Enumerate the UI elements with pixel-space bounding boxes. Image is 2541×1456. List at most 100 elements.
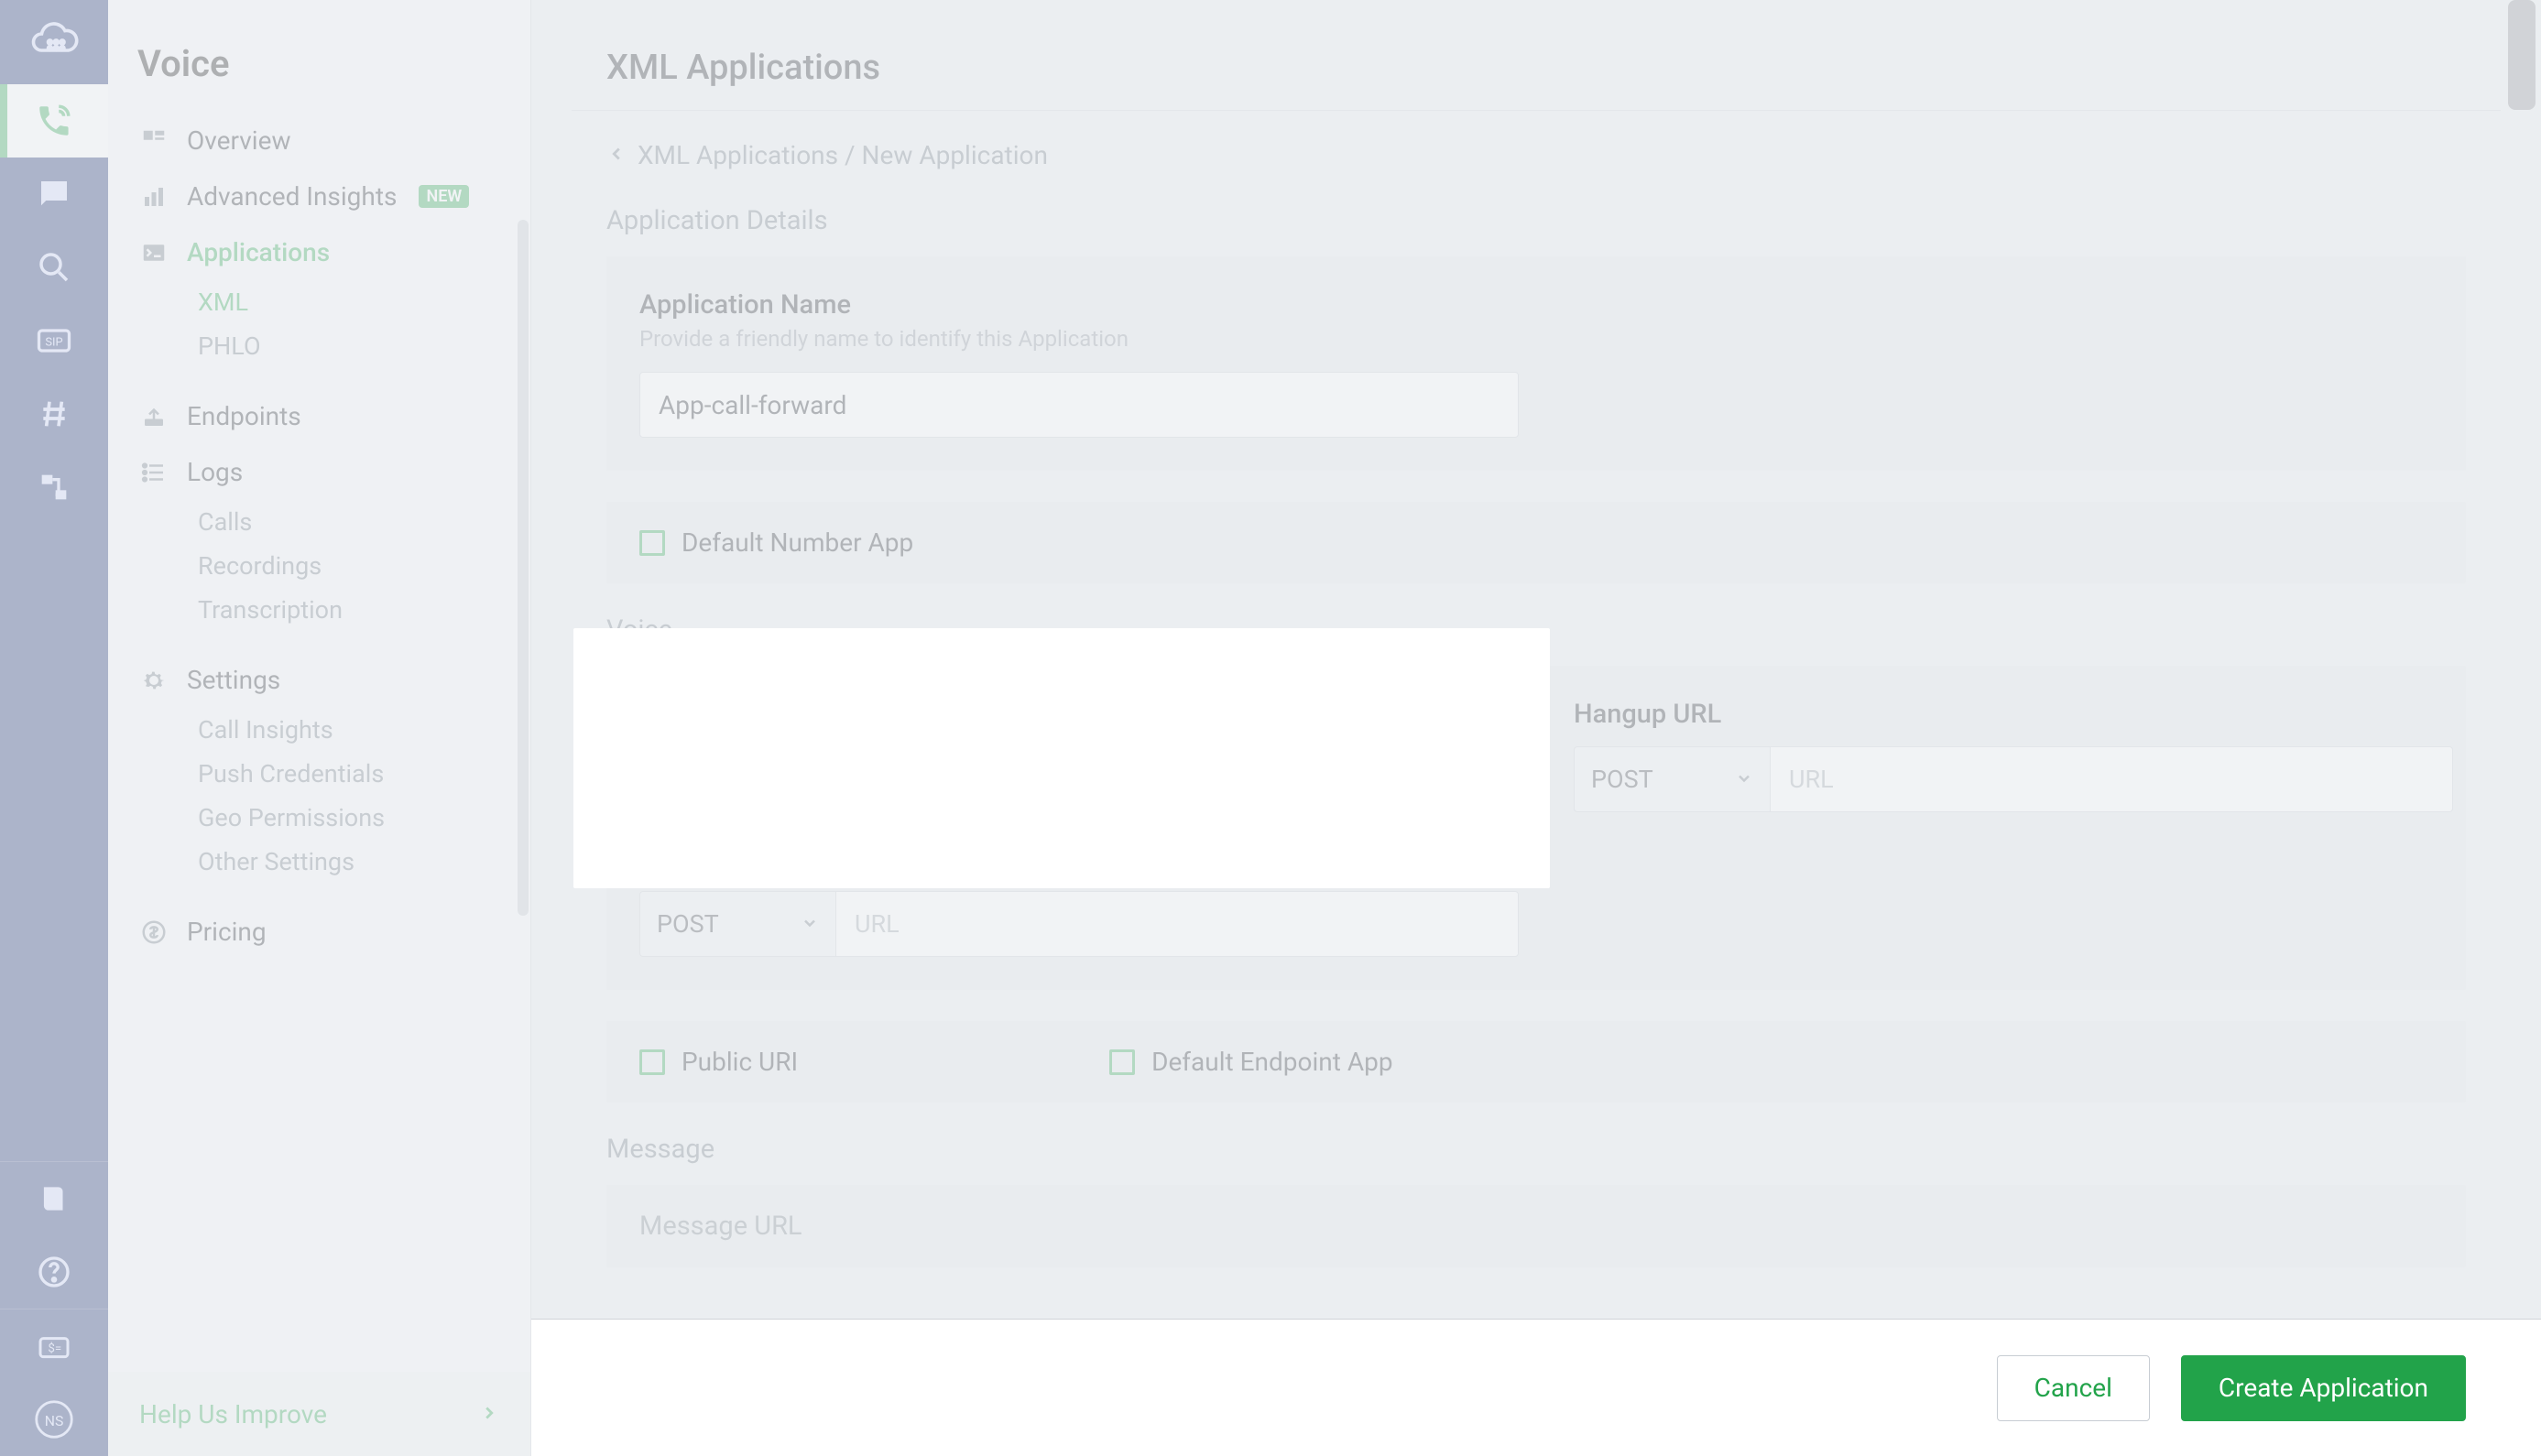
fallback-method-select[interactable]: POST: [639, 891, 835, 957]
nav-calls[interactable]: Calls: [108, 500, 530, 544]
nav-pricing[interactable]: Pricing: [108, 904, 530, 960]
page-title: XML Applications: [606, 48, 2466, 88]
cancel-button[interactable]: Cancel: [1997, 1355, 2150, 1421]
nav-recordings[interactable]: Recordings: [108, 544, 530, 588]
primary-method-value: POST: [657, 765, 719, 794]
chevron-down-icon: [801, 909, 819, 939]
primary-answer-label: Primary Answer URL: [639, 699, 1519, 730]
message-url-label: Message URL: [639, 1211, 2433, 1242]
rail-voice[interactable]: [0, 84, 108, 158]
nav-insights[interactable]: Advanced Insights NEW: [108, 168, 530, 224]
dollar-icon: [137, 918, 170, 946]
section-voice: Voice: [606, 614, 2466, 646]
svg-text:SIP: SIP: [45, 336, 62, 350]
public-uri-label: Public URI: [682, 1047, 798, 1077]
nav-push-credentials[interactable]: Push Credentials: [108, 752, 530, 796]
card-message: Message URL: [606, 1185, 2466, 1267]
section-application-details: Application Details: [606, 205, 2466, 236]
sidebar-title: Voice: [108, 0, 530, 113]
default-endpoint-label: Default Endpoint App: [1151, 1047, 1392, 1077]
rail-messaging[interactable]: [0, 158, 108, 231]
billing-icon: $=: [36, 1328, 72, 1364]
fallback-method-value: POST: [657, 909, 719, 939]
help-circle-icon: [36, 1254, 72, 1290]
sidebar-scrollbar[interactable]: [518, 220, 529, 916]
content: Application Details Application Name Pro…: [531, 189, 2541, 1335]
app-name-input[interactable]: [639, 372, 1519, 438]
org-avatar-icon: NS: [35, 1400, 73, 1439]
rail-help[interactable]: [0, 1235, 108, 1309]
primary-answer-block: Primary Answer URL POST: [639, 699, 1519, 812]
app-name-label: Application Name: [639, 289, 2433, 321]
primary-combo: POST: [639, 746, 1519, 812]
chevron-down-icon: [801, 765, 819, 794]
rail-logo[interactable]: [0, 0, 108, 84]
primary-url-input[interactable]: [835, 746, 1519, 812]
help-us-improve[interactable]: Help Us Improve: [108, 1372, 530, 1456]
nav-xml[interactable]: XML: [108, 280, 530, 324]
hangup-method-select[interactable]: POST: [1574, 746, 1770, 812]
nav-call-insights[interactable]: Call Insights: [108, 708, 530, 752]
help-label: Help Us Improve: [139, 1399, 327, 1429]
book-icon: [37, 1181, 71, 1216]
svg-text:$=: $=: [48, 1342, 61, 1356]
hangup-combo: POST: [1574, 746, 2453, 812]
nav-phlo[interactable]: PHLO: [108, 324, 530, 368]
secondary-sidebar: Voice Overview Advanced Insights NEW App…: [108, 0, 531, 1456]
rail-docs[interactable]: [0, 1162, 108, 1235]
chevron-left-icon: [606, 140, 627, 170]
rail-org[interactable]: NS: [0, 1383, 108, 1456]
nav-other-settings[interactable]: Other Settings: [108, 840, 530, 884]
main-header: XML Applications: [531, 0, 2541, 110]
voice-flags-row: Public URI Default Endpoint App: [639, 1047, 2433, 1077]
message-icon: [35, 175, 73, 213]
nav-settings[interactable]: Settings: [108, 652, 530, 708]
nav-endpoints[interactable]: Endpoints: [108, 388, 530, 444]
default-endpoint-checkbox-row[interactable]: Default Endpoint App: [1109, 1047, 1392, 1077]
fallback-url-input[interactable]: [835, 891, 1519, 957]
nav-applications-label: Applications: [187, 237, 330, 267]
nav-overview-label: Overview: [187, 125, 291, 156]
default-number-checkbox-row[interactable]: Default Number App: [639, 527, 2433, 558]
nav-geo-permissions[interactable]: Geo Permissions: [108, 796, 530, 840]
rail-billing[interactable]: $=: [0, 1309, 108, 1383]
card-app-name: Application Name Provide a friendly name…: [606, 256, 2466, 471]
nav-applications[interactable]: Applications: [108, 224, 530, 280]
checkbox-icon: [639, 530, 665, 556]
sip-icon: SIP: [34, 321, 74, 361]
list-icon: [137, 459, 170, 486]
terminal-icon: [137, 239, 170, 266]
breadcrumb[interactable]: XML Applications / New Application: [531, 111, 2541, 189]
nav-overview[interactable]: Overview: [108, 113, 530, 168]
globe-search-icon: [35, 248, 73, 287]
chevron-right-icon: [479, 1398, 499, 1430]
cloud-grid-icon: [29, 17, 79, 67]
card-voice-flags: Public URI Default Endpoint App: [606, 1021, 2466, 1103]
nav-settings-label: Settings: [187, 665, 280, 695]
card-default-number: Default Number App: [606, 502, 2466, 583]
rail-numbers[interactable]: [0, 377, 108, 451]
section-message: Message: [606, 1134, 2466, 1165]
primary-method-select[interactable]: POST: [639, 746, 835, 812]
rail-lookup[interactable]: [0, 231, 108, 304]
hangup-block: Hangup URL POST: [1574, 699, 2453, 812]
public-uri-checkbox-row[interactable]: Public URI: [639, 1047, 798, 1077]
create-application-button[interactable]: Create Application: [2181, 1355, 2466, 1421]
create-label: Create Application: [2219, 1373, 2428, 1403]
card-voice-urls: Primary Answer URL POST Hangup URL: [606, 666, 2466, 990]
hangup-method-value: POST: [1591, 765, 1653, 794]
url-row-top: Primary Answer URL POST Hangup URL: [639, 699, 2433, 812]
fallback-block: Fallback Answer URL POST: [639, 843, 2433, 957]
icon-rail: SIP $= NS: [0, 0, 108, 1456]
checkbox-icon: [639, 1049, 665, 1075]
rail-phlo[interactable]: [0, 451, 108, 524]
nav-transcription[interactable]: Transcription: [108, 588, 530, 632]
hangup-url-input[interactable]: [1770, 746, 2453, 812]
cancel-label: Cancel: [2034, 1373, 2112, 1403]
main-scrollbar[interactable]: [2508, 0, 2536, 110]
bars-icon: [137, 183, 170, 211]
rail-sip[interactable]: SIP: [0, 304, 108, 377]
default-number-label: Default Number App: [682, 527, 913, 558]
nav-logs[interactable]: Logs: [108, 444, 530, 500]
nav-pricing-label: Pricing: [187, 917, 267, 947]
